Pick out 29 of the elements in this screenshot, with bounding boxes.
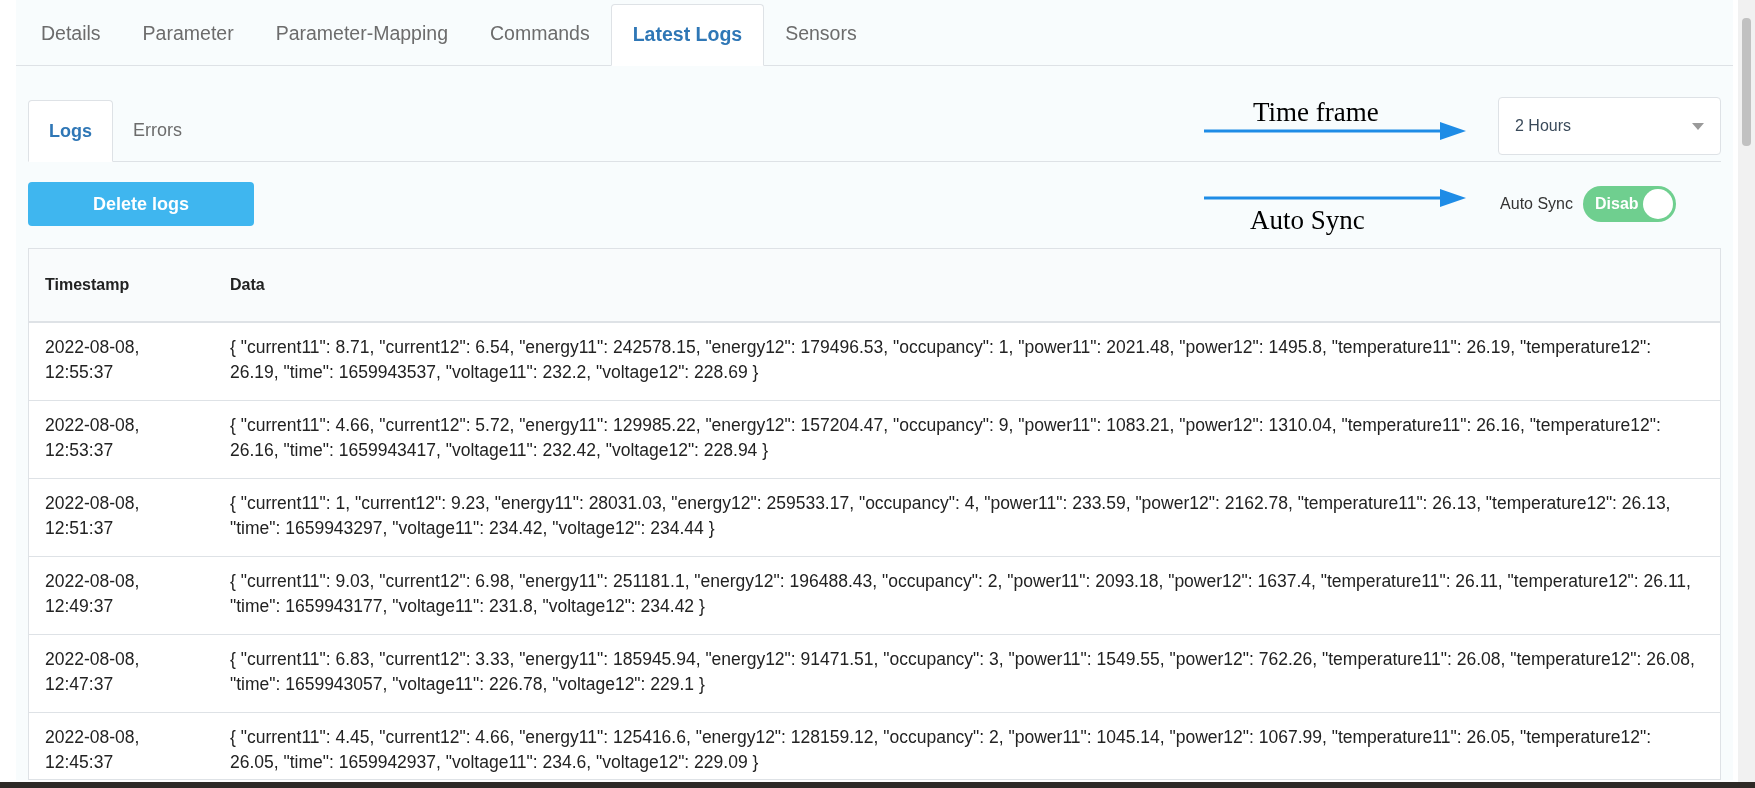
timestamp-cell-text: 2022-08-08, 12:45:37 (44, 726, 141, 774)
timestamp-cell-text: 2022-08-08, 12:47:37 (44, 648, 141, 696)
data-cell-text: { "current11": 1, "current12": 9.23, "energy11": 28031.03, "energy12": 259533.17, "occupancy": 4, "power11": 233.59, "power12": 2162.78, "temperature11": 26.13, "temperature12": 26.13, "time": 1659943297, "voltage11": 234.42, "voltage12": 234.44 } (229, 492, 1672, 540)
tab[interactable]: Errors (113, 99, 202, 161)
data-cell-text: { "current11": 4.45, "current12": 4.66, "energy11": 125416.6, "energy12": 128159.12, "occupancy": 2, "power11": 1045.14, "power12": 1067.99, "temperature11": 26.05, "temperature12": 26.05, "time": 1659942937, "voltage11": 234.6, "voltage12": 229.09 } (229, 726, 1653, 774)
time-frame-dropdown[interactable]: 2 Hours (1498, 97, 1721, 155)
tab[interactable]: Details (20, 3, 122, 65)
caret-icon (1692, 122, 1704, 130)
timestamp-cell-text: 2022-08-08, 12:55:37 (44, 336, 141, 384)
annotation-label: Auto Sync (1250, 204, 1365, 237)
auto-sync-label: Auto Sync (1500, 194, 1573, 214)
data-cell-text: { "current11": 6.83, "current12": 3.33, "energy11": 185945.94, "energy12": 91471.51, "occupancy": 3, "power11": 1549.55, "power12": 762.26, "temperature11": 26.08, "temperature12": 26.08, "time": 1659943057, "voltage11": 226.78, "voltage12": 229.1 } (229, 648, 1696, 696)
annotation-label: Time frame (1253, 96, 1379, 129)
time-frame-value: 2 Hours (1515, 116, 1572, 136)
data-cell-text: { "current11": 4.66, "current12": 5.72, "energy11": 129985.22, "energy12": 157204.47, "occupancy": 9, "power11": 1083.21, "power12": 1310.04, "temperature11": 26.16, "temperature12": 26.16, "time": 1659943417, "voltage11": 232.42, "voltage12": 228.94 } (229, 414, 1662, 462)
data-cell-text: { "current11": 8.71, "current12": 6.54, "energy11": 242578.15, "energy12": 179496.53, "occupancy": 1, "power11": 2021.48, "power12": 1495.8, "temperature11": 26.19, "temperature12": 26.19, "time": 1659943537, "voltage11": 232.2, "voltage12": 228.69 } (229, 336, 1653, 384)
column-header: Data (229, 275, 265, 295)
data-cell-text: { "current11": 9.03, "current12": 6.98, "energy11": 251181.1, "energy12": 196488.43, "occupancy": 2, "power11": 2093.18, "power12": 1637.4, "temperature11": 26.11, "temperature12": 26.11, "time": 1659943177, "voltage11": 231.8, "voltage12": 234.42 } (229, 570, 1692, 618)
tab[interactable]: Logs (28, 100, 113, 162)
timestamp-cell-text: 2022-08-08, 12:51:37 (44, 492, 141, 540)
tab[interactable]: Parameter (121, 3, 255, 65)
scrollbar[interactable] (1738, 0, 1755, 782)
tab[interactable]: Commands (469, 3, 611, 65)
timestamp-cell-text: 2022-08-08, 12:53:37 (44, 414, 141, 462)
tab[interactable]: Latest Logs (610, 4, 765, 66)
timestamp-cell-text: 2022-08-08, 12:49:37 (44, 570, 141, 618)
column-header: Timestamp (44, 275, 131, 295)
tab[interactable]: Parameter-Mapping (254, 3, 469, 65)
tab[interactable]: Sensors (764, 3, 878, 65)
